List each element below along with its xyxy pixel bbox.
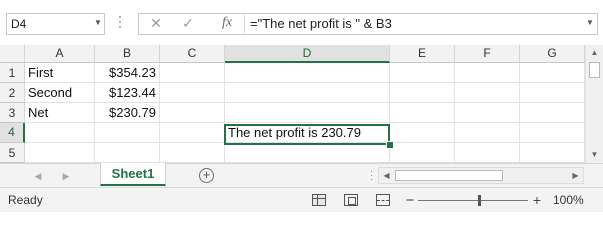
row-header-3[interactable]: 3 (0, 103, 25, 123)
cell-c5[interactable] (160, 143, 225, 163)
cell-a1[interactable]: First (25, 63, 95, 83)
cell-b4[interactable] (95, 123, 160, 143)
insert-function-icon[interactable]: fx (216, 13, 238, 35)
cell-a3[interactable]: Net (25, 103, 95, 123)
scroll-down-arrow-icon[interactable]: ▼ (586, 147, 603, 163)
column-header-e[interactable]: E (390, 45, 455, 63)
formula-text[interactable]: ="The net profit is " & B3 (250, 13, 392, 35)
cell-b5[interactable] (95, 143, 160, 163)
cell-d5[interactable] (225, 143, 390, 163)
cell-g3[interactable] (520, 103, 585, 123)
scroll-left-arrow-icon[interactable]: ◀ (379, 168, 394, 183)
status-bar: Ready − + 100% (0, 187, 603, 212)
row-header-2[interactable]: 2 (0, 83, 25, 103)
cell-a4[interactable] (25, 123, 95, 143)
cell-b1[interactable]: $354.23 (95, 63, 160, 83)
cell-e2[interactable] (390, 83, 455, 103)
horizontal-scrollbar[interactable]: ◀ ▶ (378, 167, 584, 184)
cell-b3[interactable]: $230.79 (95, 103, 160, 123)
formula-bar-divider (244, 15, 245, 33)
cell-f1[interactable] (455, 63, 520, 83)
next-sheet-arrow-icon[interactable]: ▶ (58, 168, 74, 184)
name-box-dropdown-icon[interactable]: ▼ (92, 13, 104, 35)
cell-d3[interactable] (225, 103, 390, 123)
cell-f2[interactable] (455, 83, 520, 103)
scrollbar-corner (585, 164, 603, 188)
new-sheet-plus-icon[interactable]: + (199, 168, 214, 183)
worksheet-grid: A B C D E F G 1 2 3 4 5 First $354.23 Se… (0, 45, 603, 163)
cell-c1[interactable] (160, 63, 225, 83)
normal-view-icon[interactable] (312, 194, 326, 206)
cell-e1[interactable] (390, 63, 455, 83)
cell-f5[interactable] (455, 143, 520, 163)
column-header-g[interactable]: G (520, 45, 585, 63)
page-break-preview-icon[interactable] (376, 194, 390, 206)
status-ready-text: Ready (8, 193, 43, 207)
cell-g4[interactable] (520, 123, 585, 143)
cell-g5[interactable] (520, 143, 585, 163)
fill-handle[interactable] (386, 141, 394, 149)
vertical-scroll-thumb[interactable] (589, 62, 600, 78)
name-box[interactable]: D4 (6, 13, 105, 35)
cell-g2[interactable] (520, 83, 585, 103)
row-header-5[interactable]: 5 (0, 143, 25, 163)
cell-c2[interactable] (160, 83, 225, 103)
zoom-in-button[interactable]: + (531, 188, 543, 213)
column-header-d[interactable]: D (225, 45, 390, 63)
row-header-4[interactable]: 4 (0, 123, 25, 143)
cell-g1[interactable] (520, 63, 585, 83)
cell-e3[interactable] (390, 103, 455, 123)
tab-split-handle-icon[interactable]: · · · (370, 167, 374, 185)
cancel-icon[interactable]: ✕ (146, 13, 166, 35)
expand-formula-bar-icon[interactable]: ▼ (583, 13, 597, 35)
cell-c3[interactable] (160, 103, 225, 123)
cell-c4[interactable] (160, 123, 225, 143)
prev-sheet-arrow-icon[interactable]: ◀ (30, 168, 46, 184)
column-header-a[interactable]: A (25, 45, 95, 63)
cell-e5[interactable] (390, 143, 455, 163)
scroll-right-arrow-icon[interactable]: ▶ (568, 168, 583, 183)
cell-d1[interactable] (225, 63, 390, 83)
column-header-b[interactable]: B (95, 45, 160, 63)
formula-bar-resize-grip-icon[interactable] (117, 16, 123, 34)
zoom-slider-track[interactable] (418, 200, 528, 201)
page-layout-view-icon[interactable] (344, 194, 358, 206)
sheet-tab-bar: ◀ ▶ Sheet1 + · · · ◀ ▶ (0, 163, 603, 188)
cell-f4[interactable] (455, 123, 520, 143)
cell-d2[interactable] (225, 83, 390, 103)
horizontal-scroll-thumb[interactable] (395, 170, 503, 181)
cell-a5[interactable] (25, 143, 95, 163)
cell-b2[interactable]: $123.44 (95, 83, 160, 103)
zoom-out-button[interactable]: − (404, 188, 416, 213)
cell-f3[interactable] (455, 103, 520, 123)
zoom-slider-thumb[interactable] (478, 195, 481, 206)
cell-a2[interactable]: Second (25, 83, 95, 103)
cell-e4[interactable] (390, 123, 455, 143)
sheet-tab-sheet1[interactable]: Sheet1 (100, 163, 166, 186)
column-header-c[interactable]: C (160, 45, 225, 63)
zoom-level[interactable]: 100% (553, 188, 584, 213)
vertical-scrollbar[interactable]: ▲ ▼ (585, 45, 603, 163)
cell-d4[interactable]: The net profit is 230.79 (225, 123, 390, 143)
enter-checkmark-icon[interactable]: ✓ (178, 13, 198, 35)
scroll-up-arrow-icon[interactable]: ▲ (586, 45, 603, 61)
row-header-1[interactable]: 1 (0, 63, 25, 83)
column-header-f[interactable]: F (455, 45, 520, 63)
select-all-corner[interactable] (0, 45, 25, 63)
